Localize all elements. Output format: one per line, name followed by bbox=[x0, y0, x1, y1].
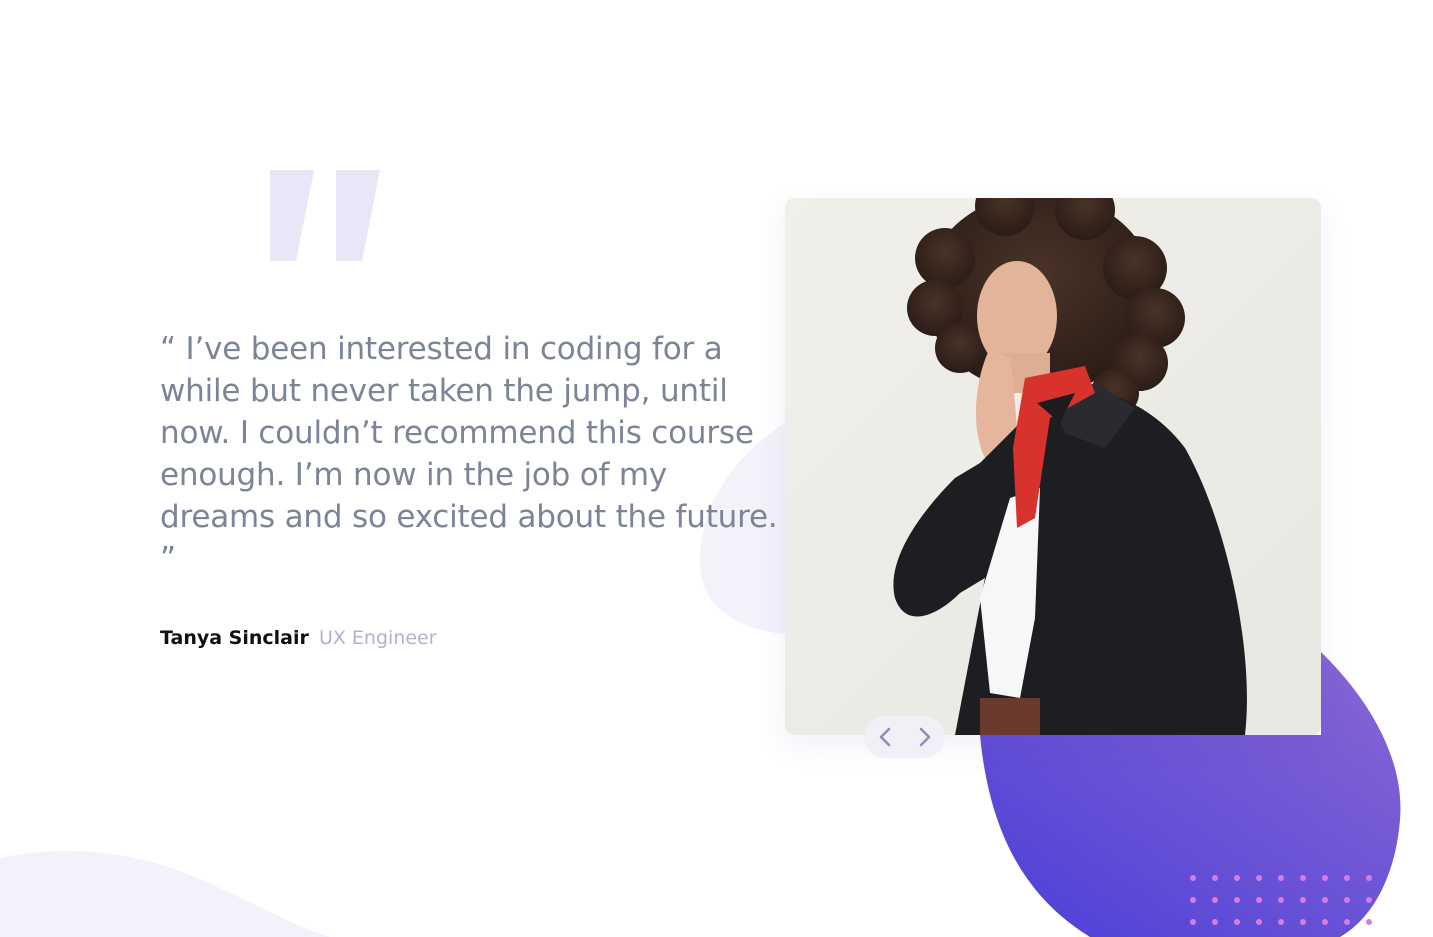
chevron-left-icon bbox=[879, 727, 890, 747]
dot-pattern bbox=[1190, 875, 1372, 925]
bottom-wave bbox=[0, 851, 330, 937]
quote-icon bbox=[270, 170, 380, 261]
author-name: Tanya Sinclair bbox=[160, 627, 309, 649]
next-button[interactable] bbox=[912, 724, 938, 750]
testimonial-author: Tanya Sinclair UX Engineer bbox=[160, 627, 437, 649]
author-role: UX Engineer bbox=[318, 627, 437, 649]
testimonial-quote: “ I’ve been interested in coding for a w… bbox=[160, 331, 778, 577]
slider-navigation bbox=[864, 716, 945, 758]
previous-button[interactable] bbox=[872, 724, 898, 750]
author-photo bbox=[785, 198, 1321, 735]
chevron-right-icon bbox=[919, 727, 930, 747]
